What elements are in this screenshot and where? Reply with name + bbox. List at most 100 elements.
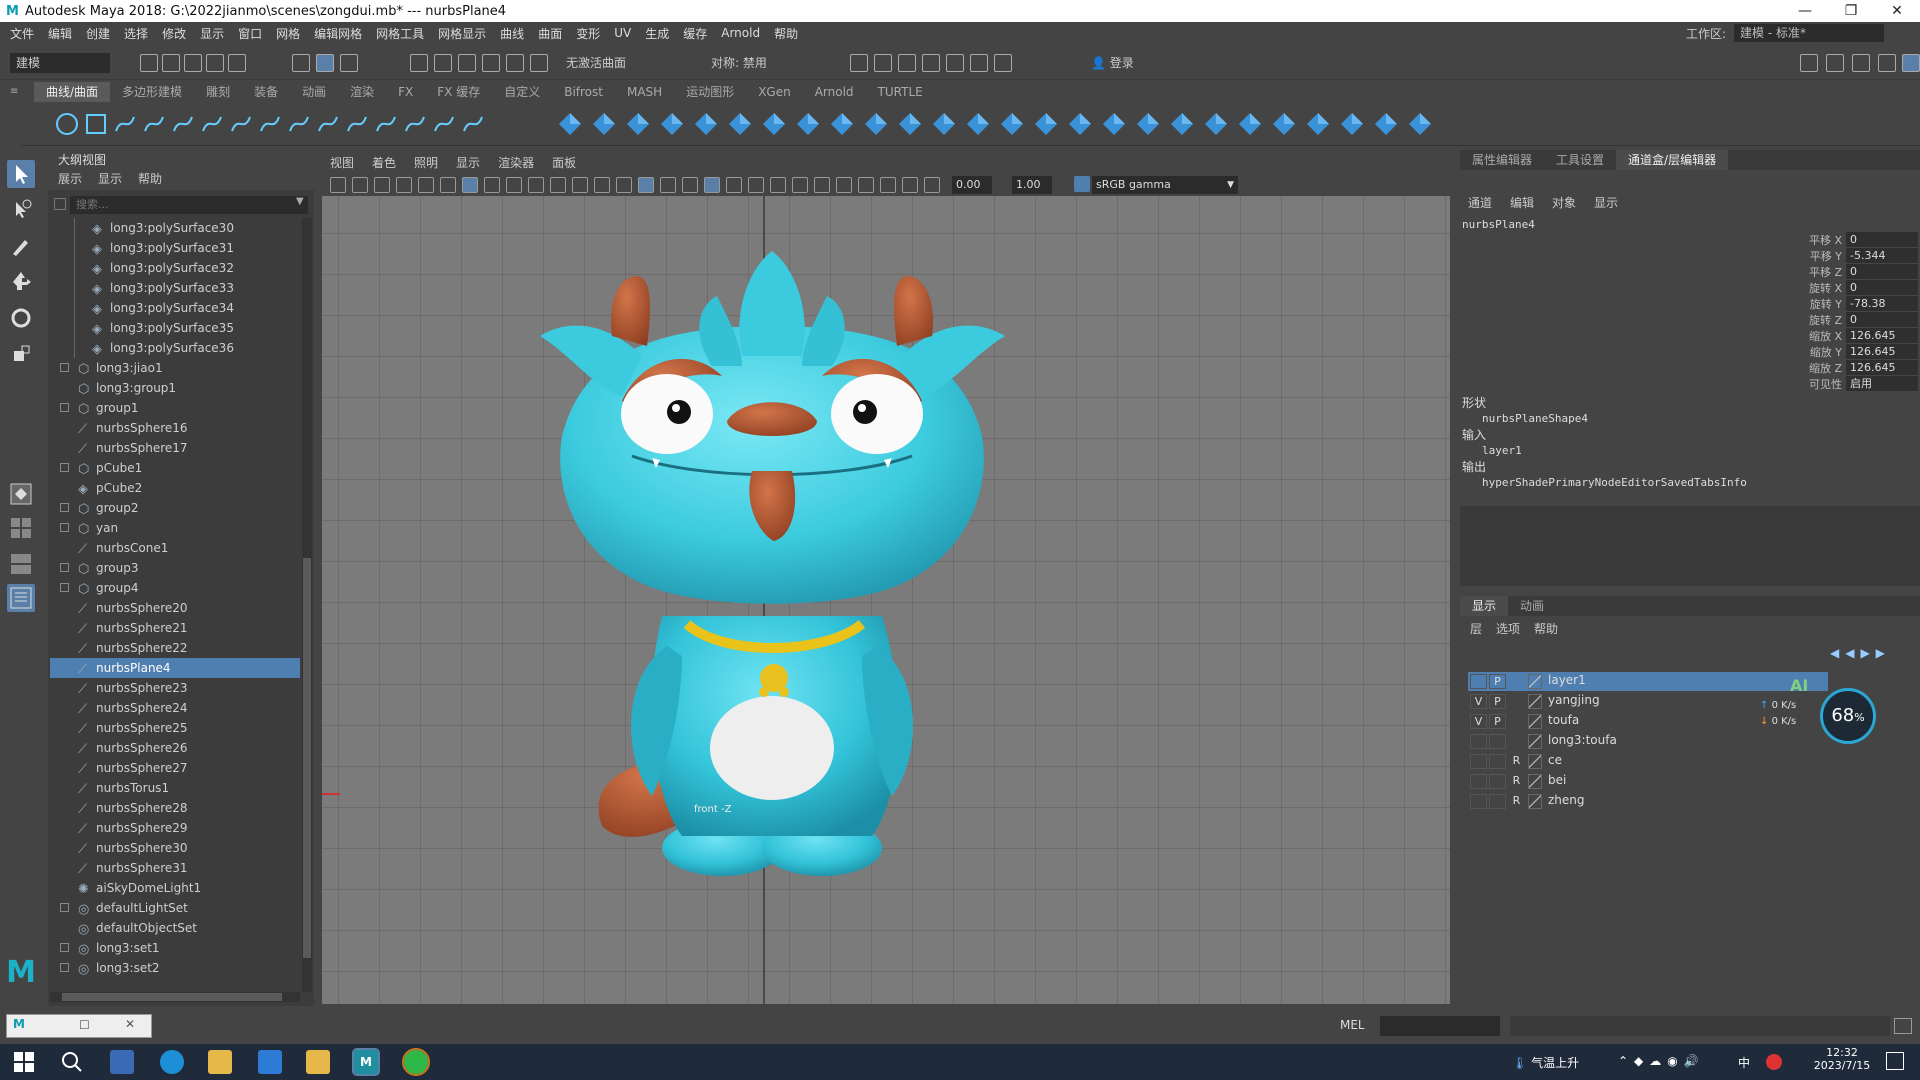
gate-mask-icon[interactable] [528, 177, 544, 193]
snap-view-icon[interactable] [482, 54, 500, 72]
channel-object-name[interactable]: nurbsPlane4 [1462, 218, 1535, 231]
outliner-item[interactable]: ⬡ yan [50, 518, 300, 538]
outliner-item[interactable]: ◎ defaultObjectSet [50, 918, 300, 938]
attach-surface-icon[interactable] [1203, 111, 1229, 137]
menu-item[interactable]: 编辑网格 [314, 25, 362, 42]
layer-color-icon[interactable] [1528, 794, 1542, 809]
2d-pan-zoom-icon[interactable] [440, 177, 456, 193]
attribute-value[interactable]: 0 [1846, 312, 1918, 327]
wechat-icon[interactable] [402, 1048, 430, 1076]
viewport-menu-item[interactable]: 照明 [414, 154, 438, 171]
channel-attribute[interactable]: 旋转 Y -78.38 [1790, 296, 1920, 312]
outliner-menu-item[interactable]: 显示 [98, 170, 122, 190]
outliner-item[interactable]: ⟋ nurbsSphere28 [50, 798, 300, 818]
outliner-item[interactable]: ⟋ nurbsSphere31 [50, 858, 300, 878]
reverse-surface-icon[interactable] [1407, 111, 1433, 137]
outliner-item[interactable]: ◈ long3:polySurface30 [50, 218, 300, 238]
attribute-value[interactable]: 126.645 [1846, 344, 1918, 359]
arc-icon[interactable] [199, 111, 225, 137]
outliner-item[interactable]: ⟋ nurbsSphere30 [50, 838, 300, 858]
expand-icon[interactable] [60, 963, 69, 972]
layer-row[interactable]: long3:toufa [1468, 732, 1828, 751]
shelf-menu-icon[interactable]: ≡ [10, 86, 22, 98]
menu-item[interactable]: 显示 [200, 25, 224, 42]
right-panel-tab[interactable]: 工具设置 [1544, 150, 1616, 170]
restore-icon[interactable]: ☐ [79, 1018, 90, 1032]
nurbs-cube-icon[interactable] [591, 111, 617, 137]
expand-icon[interactable] [60, 363, 69, 372]
outliner-item[interactable]: ◈ pCube2 [50, 478, 300, 498]
layer-visibility-toggle[interactable] [1470, 794, 1487, 809]
outliner-item[interactable]: ◈ long3:polySurface32 [50, 258, 300, 278]
layer-color-icon[interactable] [1528, 714, 1542, 729]
expand-icon[interactable] [60, 563, 69, 572]
notification-icon[interactable] [1886, 1052, 1904, 1070]
outliner-item[interactable]: ⟋ nurbsSphere26 [50, 738, 300, 758]
shelf-tab[interactable]: FX [386, 82, 425, 102]
outliner-item[interactable]: ⬡ long3:jiao1 [50, 358, 300, 378]
menu-item[interactable]: 生成 [645, 25, 669, 42]
undo-icon[interactable] [206, 54, 224, 72]
channel-attribute[interactable]: 平移 Y -5.344 [1790, 248, 1920, 264]
detach-surface-icon[interactable] [1237, 111, 1263, 137]
snap-curve-icon[interactable] [434, 54, 452, 72]
shelf-tab[interactable]: 曲线/曲面 [34, 82, 111, 102]
outliner-item[interactable]: ⟋ nurbsSphere25 [50, 718, 300, 738]
redo-icon[interactable] [228, 54, 246, 72]
layer-menu-item[interactable]: 层 [1470, 620, 1482, 637]
channel-attribute[interactable]: 缩放 X 126.645 [1790, 328, 1920, 344]
layer-playback-toggle[interactable] [1489, 794, 1506, 809]
shelf-tab[interactable]: XGen [746, 82, 803, 102]
loft-icon[interactable] [795, 111, 821, 137]
menu-item[interactable]: 文件 [10, 25, 34, 42]
maximize-button[interactable]: ❐ [1828, 0, 1874, 22]
render-settings-icon[interactable] [898, 54, 916, 72]
xray-components-icon[interactable] [902, 177, 918, 193]
close-icon[interactable]: ✕ [125, 1017, 135, 1031]
ep-curve-icon[interactable] [112, 111, 138, 137]
layer-row[interactable]: Rzheng [1468, 792, 1828, 811]
menu-item[interactable]: 网格 [276, 25, 300, 42]
menu-item[interactable]: 窗口 [238, 25, 262, 42]
layer-visibility-toggle[interactable] [1470, 674, 1487, 689]
menu-item[interactable]: 编辑 [48, 25, 72, 42]
outliner-item[interactable]: ⟋ nurbsTorus1 [50, 778, 300, 798]
safe-action-icon[interactable] [572, 177, 588, 193]
layer-display-type-toggle[interactable]: R [1508, 794, 1525, 809]
rebuild-curve-icon[interactable] [431, 111, 457, 137]
anti-alias-icon[interactable] [792, 177, 808, 193]
outliner-item[interactable]: ⟋ nurbsSphere24 [50, 698, 300, 718]
select-tool-icon[interactable] [7, 160, 35, 188]
open-close-icon[interactable] [1271, 111, 1297, 137]
move-tool-icon[interactable] [7, 268, 35, 296]
shelf-tab[interactable]: Bifrost [552, 82, 615, 102]
trim-icon[interactable] [1135, 111, 1161, 137]
film-gate-icon[interactable] [484, 177, 500, 193]
attribute-value[interactable]: 126.645 [1846, 360, 1918, 375]
smooth-shade-icon[interactable] [638, 177, 654, 193]
menu-item[interactable]: 变形 [576, 25, 600, 42]
layer-playback-toggle[interactable]: P [1489, 714, 1506, 729]
scale-tool-icon[interactable] [7, 340, 35, 368]
folder-icon[interactable] [306, 1050, 330, 1074]
right-panel-tab[interactable]: 属性编辑器 [1460, 150, 1544, 170]
layer-color-icon[interactable] [1528, 674, 1542, 689]
mini-window[interactable]: M ☐ ✕ [6, 1014, 152, 1038]
bezier-curve-icon[interactable] [170, 111, 196, 137]
ssao-icon[interactable] [748, 177, 764, 193]
shelf-tab[interactable]: 装备 [242, 82, 290, 102]
viewport-menu-item[interactable]: 面板 [552, 154, 576, 171]
expand-icon[interactable] [60, 503, 69, 512]
select-object-icon[interactable] [316, 54, 334, 72]
workspace-dropdown[interactable]: 建模 - 标准* [1734, 24, 1884, 42]
detach-curves-icon[interactable] [315, 111, 341, 137]
boundary-icon[interactable] [931, 111, 957, 137]
layer-playback-toggle[interactable] [1489, 754, 1506, 769]
cpu-usage-gauge[interactable]: 68% [1820, 688, 1876, 744]
outliner-layout-icon[interactable] [7, 584, 35, 612]
revolve-icon[interactable] [761, 111, 787, 137]
shelf-tab[interactable]: 雕刻 [194, 82, 242, 102]
light-editor-icon[interactable] [970, 54, 988, 72]
exposure-field[interactable]: 0.00 [952, 176, 992, 194]
untrim-icon[interactable] [1169, 111, 1195, 137]
